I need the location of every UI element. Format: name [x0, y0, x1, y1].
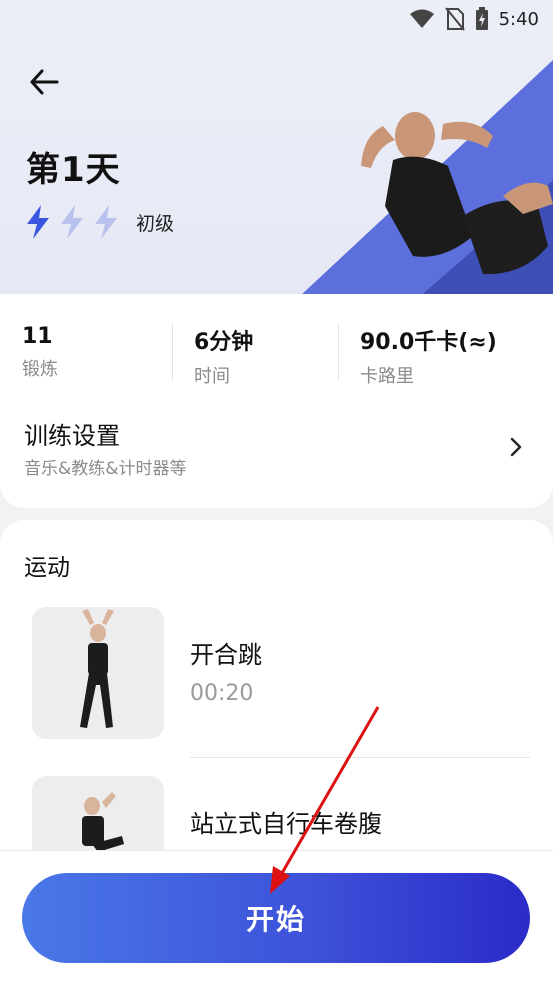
exercise-item[interactable]: 开合跳 00:20 — [32, 607, 522, 739]
chevron-right-icon — [510, 437, 522, 457]
settings-subtitle: 音乐&教练&计时器等 — [24, 459, 187, 479]
exercise-duration: 00:20 — [190, 681, 254, 706]
bolt-icon-inactive — [95, 205, 117, 239]
stat-divider — [172, 324, 173, 380]
no-sim-icon — [444, 7, 465, 31]
stat-value: 90.0千卡(≈) — [360, 330, 497, 355]
exercise-name: 站立式自行车卷腹 — [190, 810, 382, 838]
exercises-heading: 运动 — [24, 555, 70, 581]
hero-athlete-image — [361, 112, 553, 275]
stat-value: 11 — [22, 324, 53, 349]
stat-divider — [338, 324, 339, 380]
stat-time: 6分钟 时间 — [194, 324, 253, 388]
stat-exercises: 11 锻炼 — [22, 324, 58, 381]
bottom-action-bar: 开始 — [0, 850, 553, 984]
stat-label: 锻炼 — [22, 359, 58, 380]
settings-title: 训练设置 — [24, 422, 120, 450]
bolt-icon-inactive — [61, 205, 83, 239]
wifi-icon — [409, 9, 435, 29]
hero-banner: 5:40 第1天 初级 — [0, 0, 553, 296]
arrow-left-icon — [30, 69, 59, 95]
back-button[interactable] — [26, 64, 62, 100]
exercise-name: 开合跳 — [190, 641, 262, 669]
status-time: 5:40 — [498, 8, 539, 30]
bolt-icon-active — [27, 205, 49, 239]
start-button[interactable]: 开始 — [22, 873, 530, 963]
stat-calories: 90.0千卡(≈) 卡路里 — [360, 324, 497, 388]
stat-value: 6分钟 — [194, 330, 254, 355]
stat-label: 时间 — [194, 366, 230, 387]
exercise-thumbnail — [32, 607, 164, 739]
page-title: 第1天 — [26, 150, 121, 190]
workout-summary-card: 11 锻炼 6分钟 时间 90.0千卡(≈) 卡路里 训练设置 音乐&教练&计时… — [0, 294, 553, 508]
battery-charging-icon — [475, 7, 489, 31]
workout-settings-row[interactable]: 训练设置 音乐&教练&计时器等 — [0, 404, 553, 484]
list-divider — [190, 757, 530, 758]
difficulty-level: 初级 — [24, 204, 174, 240]
level-label: 初级 — [136, 212, 175, 235]
status-bar: 5:40 — [0, 0, 553, 38]
stat-label: 卡路里 — [360, 366, 414, 387]
